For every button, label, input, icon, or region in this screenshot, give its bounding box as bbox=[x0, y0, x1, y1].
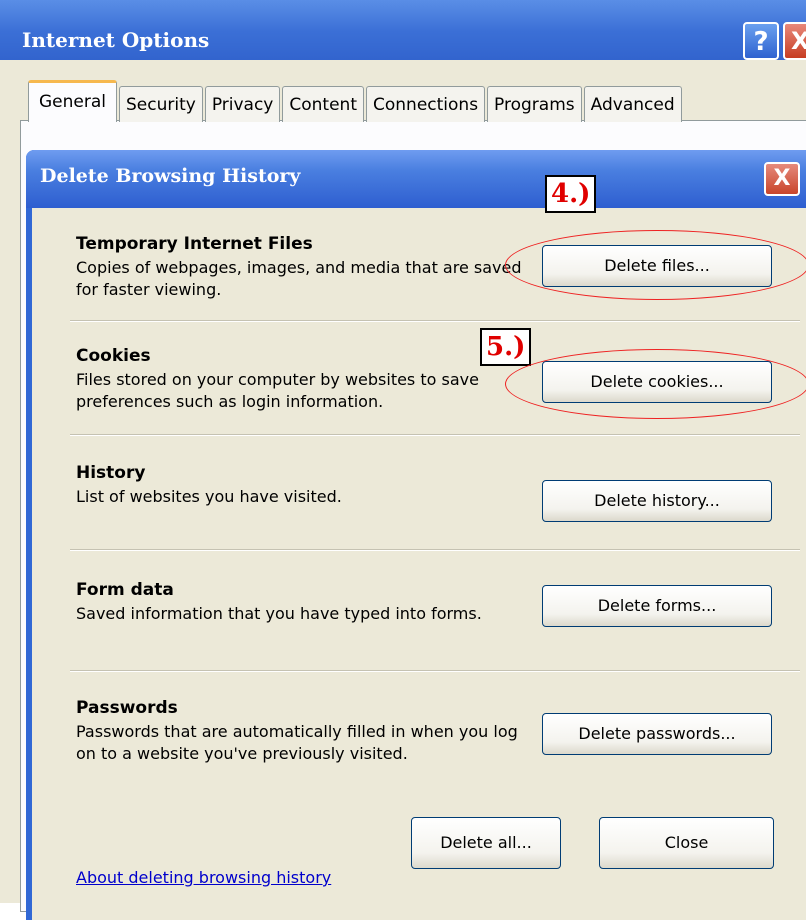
delete-all-button[interactable]: Delete all... bbox=[411, 817, 561, 869]
tab-privacy[interactable]: Privacy bbox=[204, 86, 281, 122]
section-description: Copies of webpages, images, and media th… bbox=[76, 258, 522, 299]
divider bbox=[70, 434, 800, 436]
tab-advanced[interactable]: Advanced bbox=[583, 86, 682, 122]
dialog-body: Temporary Internet Files Copies of webpa… bbox=[32, 208, 806, 920]
step-5-annotation: 5.) bbox=[480, 328, 532, 366]
tab-programs[interactable]: Programs bbox=[487, 86, 582, 122]
divider bbox=[70, 670, 800, 672]
section-description: List of websites you have visited. bbox=[76, 487, 342, 506]
close-button[interactable]: Close bbox=[599, 817, 774, 869]
section-passwords: Passwords Passwords that are automatical… bbox=[76, 698, 536, 765]
divider bbox=[70, 549, 800, 551]
dialog-close-button[interactable]: X bbox=[764, 162, 800, 196]
section-form-data: Form data Saved information that you hav… bbox=[76, 580, 536, 625]
highlight-oval bbox=[505, 349, 806, 419]
section-title: Passwords bbox=[76, 698, 178, 718]
tab-general[interactable]: General bbox=[28, 80, 117, 122]
section-history: History List of websites you have visite… bbox=[76, 463, 536, 508]
delete-passwords-button[interactable]: Delete passwords... bbox=[542, 713, 772, 755]
dialog-title: Delete Browsing History bbox=[40, 165, 301, 187]
section-cookies: Cookies Files stored on your computer by… bbox=[76, 346, 536, 413]
help-button[interactable]: ? bbox=[743, 22, 779, 60]
section-title: History bbox=[76, 463, 146, 483]
section-title: Form data bbox=[76, 580, 174, 600]
section-title: Cookies bbox=[76, 346, 151, 366]
tab-security[interactable]: Security bbox=[119, 86, 203, 122]
divider bbox=[70, 320, 800, 322]
section-description: Files stored on your computer by website… bbox=[76, 370, 479, 411]
window-close-button[interactable]: X bbox=[783, 22, 806, 60]
section-description: Passwords that are automatically filled … bbox=[76, 722, 518, 763]
section-description: Saved information that you have typed in… bbox=[76, 604, 482, 623]
delete-forms-button[interactable]: Delete forms... bbox=[542, 585, 772, 627]
tab-connections[interactable]: Connections bbox=[366, 86, 486, 122]
highlight-oval bbox=[505, 230, 806, 300]
step-4-annotation: 4.) bbox=[545, 175, 597, 213]
section-temp-files: Temporary Internet Files Copies of webpa… bbox=[76, 234, 536, 301]
about-deleting-history-link[interactable]: About deleting browsing history bbox=[76, 868, 331, 887]
tab-strip: General Security Privacy Content Connect… bbox=[28, 80, 684, 122]
section-title: Temporary Internet Files bbox=[76, 234, 313, 254]
delete-history-button[interactable]: Delete history... bbox=[542, 480, 772, 522]
window-title: Internet Options bbox=[22, 28, 210, 52]
tab-content[interactable]: Content bbox=[282, 86, 364, 122]
dialog-titlebar: Delete Browsing History X bbox=[26, 150, 806, 208]
